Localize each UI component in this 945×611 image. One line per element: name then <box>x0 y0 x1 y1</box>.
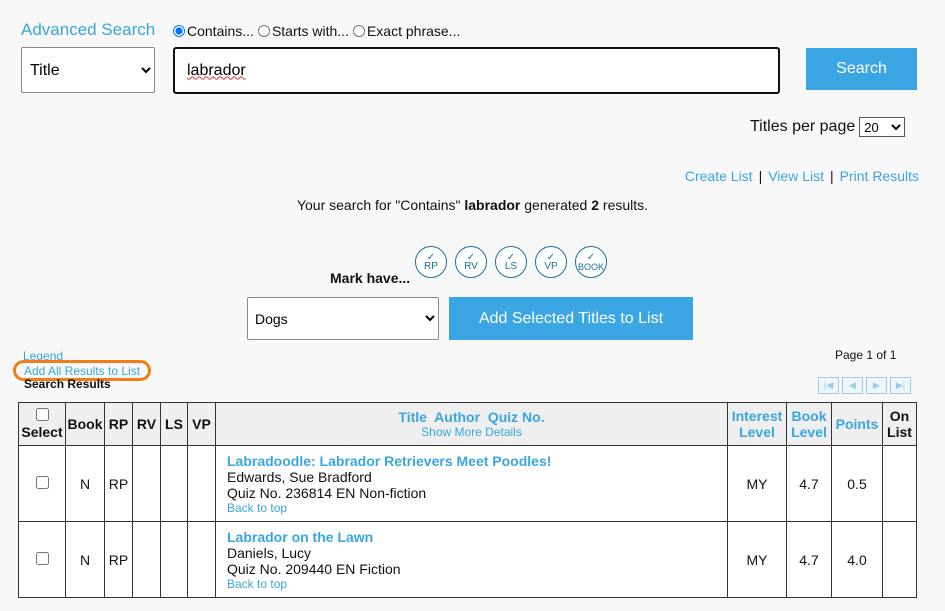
create-list-link[interactable]: Create List <box>685 168 753 184</box>
row-select-checkbox[interactable] <box>35 551 49 565</box>
interest-level-header[interactable]: Interest Level <box>727 402 787 446</box>
vp-header: VP <box>187 402 216 446</box>
link-separator: | <box>830 168 834 184</box>
titles-per-page: Titles per page 20 <box>750 117 906 137</box>
book-title-link[interactable]: Labradoodle: Labrador Retrievers Meet Po… <box>227 453 727 469</box>
points-cell: 0.5 <box>831 445 883 522</box>
next-page-icon[interactable]: ▶ <box>866 377 887 394</box>
rv-cell <box>132 445 161 522</box>
book-author: Daniels, Lucy <box>227 544 312 561</box>
title-cell: Labradoodle: Labrador Retrievers Meet Po… <box>215 445 728 522</box>
ls-cell <box>160 521 188 598</box>
vp-cell <box>187 445 216 522</box>
result-count: 2 <box>591 197 600 213</box>
quiz-number: Quiz No. 236814 EN Non-fiction <box>227 484 427 501</box>
book-header: Book <box>65 402 105 446</box>
first-page-icon[interactable]: |◀ <box>818 377 839 394</box>
link-separator: | <box>758 168 763 184</box>
book-level-cell: 4.7 <box>786 445 832 522</box>
ls-cell <box>160 445 188 522</box>
mark-vp-button[interactable]: ✓ VP <box>535 246 567 278</box>
rv-cell <box>132 521 161 598</box>
rp-cell: RP <box>104 521 133 598</box>
last-page-icon[interactable]: ▶| <box>890 377 911 394</box>
radio-contains[interactable]: Contains... <box>173 23 254 39</box>
radio-starts-with[interactable]: Starts with... <box>257 23 349 39</box>
radio-starts-with-input[interactable] <box>257 25 270 37</box>
interest-level-cell: MY <box>727 521 787 598</box>
mark-rp-button[interactable]: ✓ RP <box>415 246 447 278</box>
add-all-results-link[interactable]: Add All Results to List <box>24 364 140 378</box>
back-to-top-link[interactable]: Back to top <box>227 577 727 591</box>
page-title: Advanced Search <box>21 20 156 39</box>
mark-book-button[interactable]: ✓ BOOK <box>575 246 607 278</box>
list-links: Create List | View List | Print Results <box>685 168 919 184</box>
book-level-header[interactable]: Book Level <box>786 402 832 446</box>
points-cell: 4.0 <box>831 521 883 598</box>
match-type-radios: Contains... Starts with... Exact phrase.… <box>173 23 464 39</box>
radio-exact-phrase-input[interactable] <box>352 25 365 37</box>
title-author-quiz-sort[interactable]: Title Author Quiz No. <box>216 409 727 425</box>
mark-rv-button[interactable]: ✓ RV <box>455 246 487 278</box>
result-summary: Your search for "Contains" labrador gene… <box>296 197 649 213</box>
search-field-select[interactable]: Title <box>21 47 155 93</box>
rv-header: RV <box>132 402 161 446</box>
ls-header: LS <box>160 402 188 446</box>
mark-ls-button[interactable]: ✓ LS <box>495 246 527 278</box>
search-term: labrador <box>464 197 521 213</box>
print-results-link[interactable]: Print Results <box>840 168 919 184</box>
titles-per-page-select[interactable]: 20 <box>859 117 906 137</box>
on-list-cell <box>882 445 917 522</box>
book-author: Edwards, Sue Bradford <box>227 468 372 485</box>
book-level-cell: 4.7 <box>786 521 832 598</box>
search-input[interactable] <box>173 47 780 94</box>
results-table: Select Book RP RV LS VP Title Author Qui… <box>18 402 917 598</box>
select-cell <box>18 445 66 522</box>
search-button[interactable]: Search <box>806 48 917 90</box>
on-list-cell <box>882 521 917 598</box>
radio-contains-input[interactable] <box>173 25 185 37</box>
pager: |◀ ◀ ▶ ▶| <box>818 377 914 394</box>
quiz-number: Quiz No. 209440 EN Fiction <box>227 560 401 577</box>
book-cell: N <box>65 521 105 598</box>
row-select-checkbox[interactable] <box>35 475 49 489</box>
add-selected-titles-button[interactable]: Add Selected Titles to List <box>449 297 693 340</box>
vp-cell <box>187 521 216 598</box>
select-all-checkbox[interactable] <box>35 408 49 421</box>
points-header[interactable]: Points <box>831 402 883 446</box>
title-header: Title Author Quiz No. Show More Details <box>215 402 728 446</box>
show-more-details-link[interactable]: Show More Details <box>216 425 727 439</box>
table-row: N RP Labrador on the Lawn Daniels, Lucy … <box>18 521 917 598</box>
table-header-row: Select Book RP RV LS VP Title Author Qui… <box>18 402 917 446</box>
search-results-label: Search Results <box>24 377 111 391</box>
rp-cell: RP <box>104 445 133 522</box>
interest-level-cell: MY <box>727 445 787 522</box>
select-header: Select <box>18 402 66 446</box>
book-cell: N <box>65 445 105 522</box>
book-title-link[interactable]: Labrador on the Lawn <box>227 529 727 545</box>
list-select[interactable]: Dogs <box>247 297 439 340</box>
rp-header: RP <box>104 402 133 446</box>
radio-exact-phrase[interactable]: Exact phrase... <box>352 23 460 39</box>
check-icon: ✓ <box>586 251 596 263</box>
table-row: N RP Labradoodle: Labrador Retrievers Me… <box>18 445 917 522</box>
title-cell: Labrador on the Lawn Daniels, Lucy Quiz … <box>215 521 728 598</box>
on-list-header: On List <box>882 402 917 446</box>
prev-page-icon[interactable]: ◀ <box>842 377 863 394</box>
page-indicator: Page 1 of 1 <box>835 348 897 362</box>
titles-per-page-label: Titles per page <box>750 118 856 135</box>
view-list-link[interactable]: View List <box>768 168 824 184</box>
mark-have-label: Mark have... <box>330 270 411 286</box>
select-cell <box>18 521 66 598</box>
back-to-top-link[interactable]: Back to top <box>227 501 727 515</box>
